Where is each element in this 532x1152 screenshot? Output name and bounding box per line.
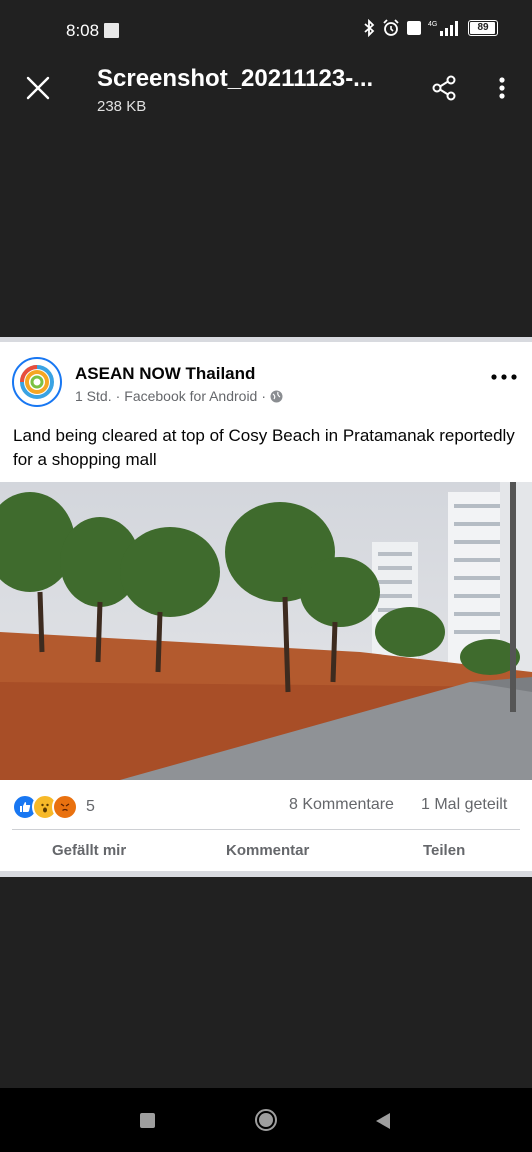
nav-home-icon[interactable]	[254, 1108, 278, 1132]
share-icon[interactable]	[430, 74, 458, 102]
post-card: ASEAN NOW Thailand 1 Std. · Facebook for…	[0, 337, 532, 877]
more-vertical-icon[interactable]	[490, 74, 514, 102]
page-name[interactable]: ASEAN NOW Thailand	[75, 364, 255, 384]
battery-level: 89	[477, 22, 489, 33]
bluetooth-icon	[364, 19, 375, 37]
comments-count[interactable]: 8 Kommentare	[289, 796, 394, 814]
post-time[interactable]: 1 Std.	[75, 388, 112, 404]
viewer-header: Screenshot_20211123-... 238 KB	[0, 60, 532, 120]
notification-icon	[104, 23, 119, 38]
reactions[interactable]: 5	[12, 794, 95, 820]
divider	[12, 829, 520, 830]
meta-separator: ·	[261, 388, 267, 404]
globe-icon	[270, 390, 283, 402]
comment-button[interactable]: Kommentar	[226, 842, 309, 859]
navigation-bar	[0, 1088, 532, 1152]
status-icons: 4G 89	[362, 19, 498, 37]
status-time: 8:08	[66, 21, 100, 40]
page-avatar[interactable]	[12, 357, 62, 407]
alarm-icon	[383, 19, 399, 36]
post-source: Facebook for Android	[124, 388, 258, 404]
shares-count[interactable]: 1 Mal geteilt	[421, 796, 507, 814]
nav-back-icon[interactable]	[374, 1111, 392, 1131]
file-size: 238 KB	[97, 98, 147, 115]
battery-icon: 89	[468, 20, 498, 36]
close-icon[interactable]	[24, 74, 52, 102]
post-meta: 1 Std. · Facebook for Android ·	[75, 388, 283, 404]
signal-icon: 4G	[428, 21, 458, 36]
volte-icon	[407, 21, 421, 35]
post-photo[interactable]	[0, 482, 532, 780]
status-bar: 8:08 4G 89	[0, 0, 532, 60]
page-logo-icon	[20, 365, 54, 399]
file-title: Screenshot_20211123-...	[97, 65, 374, 92]
angry-reaction-icon	[52, 794, 78, 820]
like-button[interactable]: Gefällt mir	[52, 842, 126, 859]
meta-separator: ·	[115, 388, 121, 404]
more-horizontal-icon[interactable]	[490, 372, 518, 382]
reaction-count: 5	[86, 798, 95, 815]
share-button[interactable]: Teilen	[423, 842, 465, 859]
svg-text:4G: 4G	[428, 21, 437, 28]
nav-recents-icon[interactable]	[140, 1113, 155, 1128]
post-text: Land being cleared at top of Cosy Beach …	[13, 426, 515, 469]
